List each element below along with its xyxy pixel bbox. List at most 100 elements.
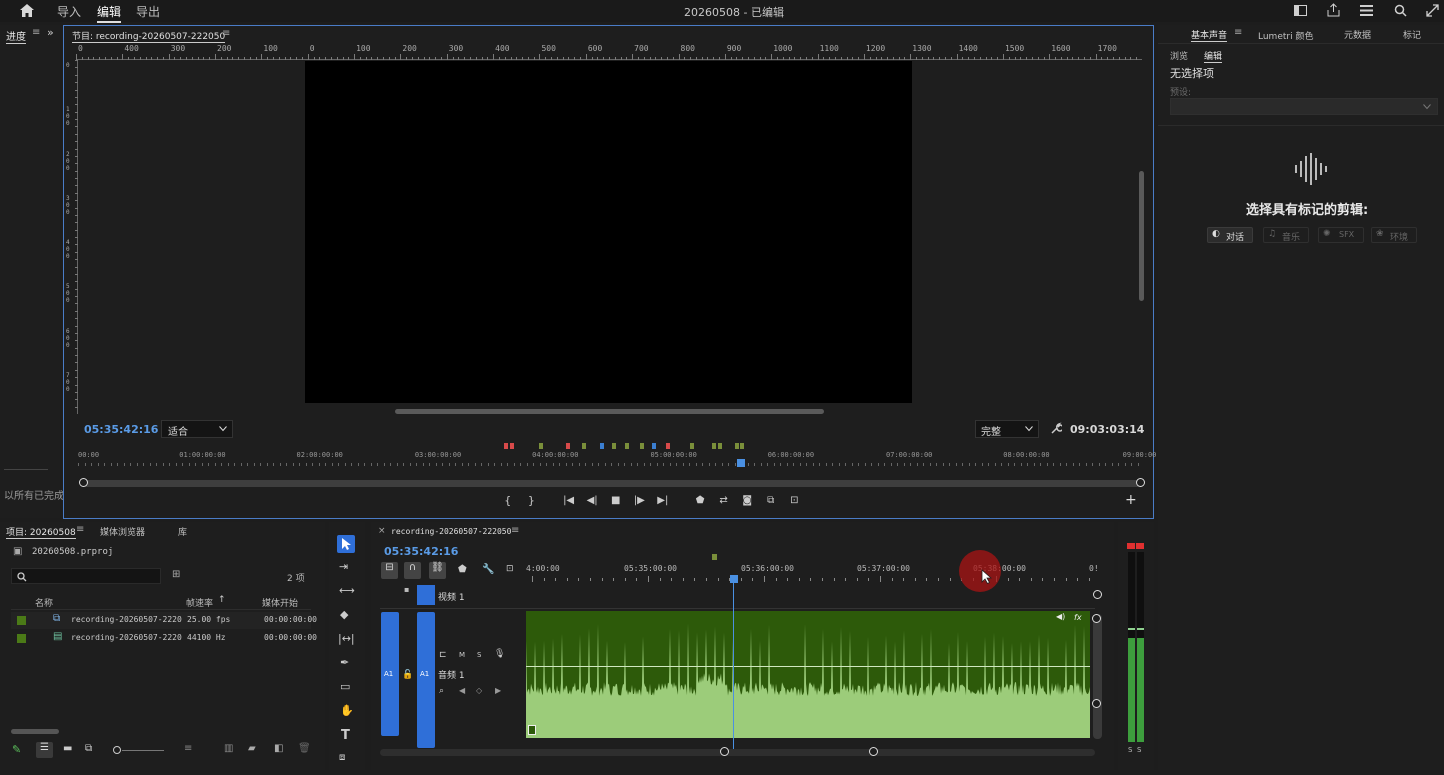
zoom-handle-left[interactable] xyxy=(720,747,729,756)
list-view-icon[interactable]: ☰ xyxy=(36,742,53,758)
icon-view-icon[interactable]: ▬ xyxy=(63,743,72,754)
next-keyframe-icon[interactable]: ▶ xyxy=(495,686,501,695)
vertical-scroll-track[interactable] xyxy=(1092,614,1102,739)
wrench-icon[interactable]: 🔧 xyxy=(482,564,494,575)
close-icon[interactable]: × xyxy=(378,526,386,536)
sync-lock-icon[interactable]: ⊏ xyxy=(439,650,447,660)
tab-essential-sound[interactable]: 基本声音 xyxy=(1191,28,1228,42)
selection-tool-icon[interactable] xyxy=(337,535,355,553)
captions-icon[interactable]: ⊡ xyxy=(506,564,514,574)
microphone-icon[interactable]: 🎙 xyxy=(494,649,505,659)
menu-icon[interactable]: ≡ xyxy=(76,524,84,535)
preset-select[interactable] xyxy=(1170,98,1438,115)
sort-icon[interactable]: ≡ xyxy=(184,743,192,754)
playhead-timecode[interactable]: 05:35:42:16 xyxy=(84,423,158,436)
zoom-bar[interactable] xyxy=(83,480,1141,487)
new-bin-icon[interactable]: ⊞ xyxy=(172,569,180,580)
mark-out-icon[interactable]: } xyxy=(520,494,544,507)
lift-icon[interactable]: ⇄ xyxy=(712,495,736,506)
video-frame[interactable] xyxy=(305,61,912,403)
clip-indicator-right[interactable] xyxy=(1136,543,1144,549)
add-marker-icon[interactable]: ⬟ xyxy=(458,564,467,575)
a1-target[interactable]: A1 xyxy=(417,612,435,748)
extract-icon[interactable]: ⊡ xyxy=(782,495,806,506)
linked-selection-icon[interactable]: ⛓ xyxy=(429,562,446,579)
comparison-icon[interactable]: ⧉ xyxy=(759,495,783,506)
sequence-tab[interactable]: recording-20260507-222050 xyxy=(391,527,511,536)
playhead[interactable] xyxy=(736,459,745,467)
menu-icon[interactable]: ≡ xyxy=(32,27,40,38)
menu-icon[interactable] xyxy=(1360,5,1373,16)
clip-indicator-left[interactable] xyxy=(1127,543,1135,549)
a1-source-patch[interactable]: A1 xyxy=(381,612,399,736)
solo-right-button[interactable]: S xyxy=(1137,746,1141,754)
razor-tool-icon[interactable]: ◆ xyxy=(340,608,348,621)
mark-in-icon[interactable]: { xyxy=(496,494,520,507)
pencil-icon[interactable]: ✎ xyxy=(12,743,21,756)
search-icon[interactable] xyxy=(1394,4,1407,17)
lock-icon[interactable]: 🔓 xyxy=(402,670,413,680)
folder-icon[interactable]: ▰ xyxy=(248,743,256,754)
timeline-playhead[interactable] xyxy=(730,575,738,583)
freeform-view-icon[interactable]: ⧉ xyxy=(85,743,92,754)
tab-library[interactable]: 库 xyxy=(178,525,187,538)
menu-icon[interactable]: ≡ xyxy=(222,28,230,39)
new-item-icon[interactable]: ◧ xyxy=(274,743,283,754)
column-media-start[interactable]: 媒体开始 xyxy=(262,596,298,609)
go-to-out-icon[interactable]: ▶| xyxy=(651,495,675,506)
zoom-handle-left[interactable] xyxy=(79,478,88,487)
quality-select[interactable]: 完整 xyxy=(975,420,1039,438)
table-row[interactable]: ⧉ recording-20260507-2220 25.00 fps 00:0… xyxy=(11,612,317,629)
stop-icon[interactable]: ■ xyxy=(604,495,628,506)
trash-icon[interactable]: 🗑 xyxy=(298,743,311,754)
zoom-slider-track[interactable] xyxy=(122,750,164,751)
mute-button[interactable]: M xyxy=(459,651,465,659)
wrench-icon[interactable] xyxy=(1050,422,1062,434)
menu-export[interactable]: 导出 xyxy=(136,3,160,20)
vertical-scrollbar[interactable] xyxy=(1139,171,1144,301)
pen-tool-icon[interactable]: ✒ xyxy=(340,656,349,669)
share-icon[interactable] xyxy=(1327,3,1340,17)
go-to-in-icon[interactable]: |◀ xyxy=(557,495,581,506)
track-select-tool-icon[interactable]: ⇥ xyxy=(339,560,348,573)
menu-import[interactable]: 导入 xyxy=(57,3,81,20)
step-forward-icon[interactable]: |▶ xyxy=(627,495,651,506)
sub-tab-edit[interactable]: 编辑 xyxy=(1204,49,1223,63)
zoom-handle-right[interactable] xyxy=(1136,478,1145,487)
tab-metadata[interactable]: 元数据 xyxy=(1344,28,1371,41)
caption-tool-icon[interactable]: ⧈ xyxy=(339,752,345,763)
table-row[interactable]: ▤ recording-20260507-2220 44100 Hz 00:00… xyxy=(11,630,317,647)
step-back-icon[interactable]: ◀| xyxy=(580,495,604,506)
type-tool-icon[interactable]: T xyxy=(341,728,350,743)
add-marker-icon[interactable]: ⬟ xyxy=(688,495,712,506)
column-name[interactable]: 名称 xyxy=(35,596,53,609)
v1-target[interactable] xyxy=(417,585,435,605)
zoom-handle-right[interactable] xyxy=(869,747,878,756)
tab-media-browser[interactable]: 媒体浏览器 xyxy=(100,525,145,538)
type-dialogue-button[interactable]: ◐ 对话 xyxy=(1207,227,1253,243)
keyframe-search-icon[interactable]: ⌕ xyxy=(439,686,444,696)
tab-lumetri-color[interactable]: Lumetri 颜色 xyxy=(1258,29,1313,42)
solo-button[interactable]: S xyxy=(477,651,481,659)
audio-clip[interactable]: fx ◀) xyxy=(526,611,1090,738)
menu-icon[interactable]: ≡ xyxy=(511,525,519,536)
horizontal-scrollbar[interactable] xyxy=(11,729,59,734)
menu-icon[interactable]: ≡ xyxy=(1234,27,1242,38)
add-keyframe-icon[interactable]: ◇ xyxy=(476,686,482,695)
zoom-slider-handle[interactable] xyxy=(113,746,121,754)
prev-keyframe-icon[interactable]: ◀ xyxy=(459,686,465,695)
horizontal-scroll-track[interactable] xyxy=(380,749,1095,756)
fullscreen-icon[interactable] xyxy=(1426,4,1439,17)
slip-tool-icon[interactable]: |↔| xyxy=(338,632,355,645)
search-input[interactable] xyxy=(11,568,161,584)
timeline-timecode[interactable]: 05:35:42:16 xyxy=(384,545,458,558)
tab-project[interactable]: 项目: 20260508 xyxy=(6,525,76,539)
lock-icon[interactable]: ▪ xyxy=(404,585,409,594)
sub-tab-browse[interactable]: 浏览 xyxy=(1170,49,1188,62)
rectangle-tool-icon[interactable]: ▭ xyxy=(340,680,350,693)
home-icon[interactable] xyxy=(19,3,35,18)
vertical-zoom-handle[interactable] xyxy=(1093,590,1102,599)
program-time-ruler[interactable]: 00:00 01:00:00:00 02:00:00:00 03:00:00:00 04… xyxy=(78,449,1156,469)
progress-tab[interactable]: 进度 xyxy=(6,28,26,44)
timeline-ruler[interactable]: 4:00:00 05:35:00:00 05:36:00:00 05:37:00:00… xyxy=(526,560,1099,584)
